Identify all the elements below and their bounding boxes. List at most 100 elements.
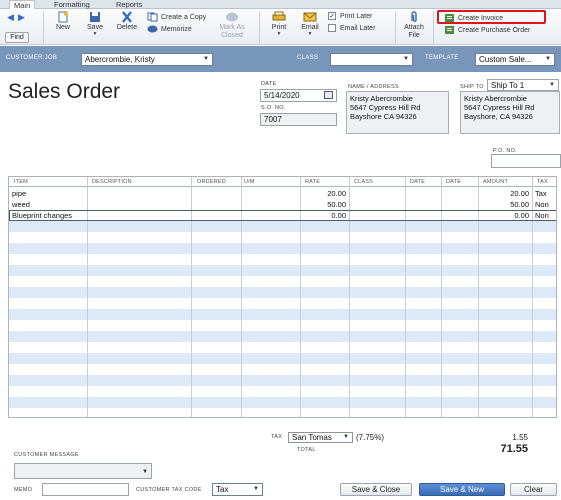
chevron-down-icon: ▼ [276,31,282,37]
chevron-down-icon: ▼ [403,56,409,62]
customer-tax-code-dropdown[interactable]: Tax ▼ [212,483,263,496]
customer-message-dropdown[interactable]: ▼ [14,463,152,479]
date-field[interactable]: 5/14/2020 [260,89,337,102]
mark-as-closed-button[interactable]: Mark As Closed [214,11,250,40]
toolbar-separator [433,11,434,43]
row-2-tax[interactable]: Non [535,199,549,210]
chevron-down-icon: ▼ [142,469,148,475]
row-3-tax[interactable]: Non [535,210,549,221]
attach-file-button[interactable]: Attach File [401,11,427,40]
address-line: Bayshore CA 94326 [350,112,417,121]
col-class: CLASS [354,179,374,185]
calendar-icon[interactable] [324,91,333,99]
row-1-rate[interactable]: 20.00 [300,188,346,199]
selected-row[interactable] [9,210,556,221]
tax-location-dropdown[interactable]: San Tomas ▼ [288,432,353,443]
address-line: Kristy Abercrombie [464,94,527,103]
so-no-field[interactable]: 7007 [260,113,337,126]
save-close-button[interactable]: Save & Close [340,483,412,496]
file-label: File [408,32,420,39]
next-arrow-icon[interactable]: ▶ [18,12,25,23]
find-button[interactable]: Find [5,32,29,43]
create-copy-button[interactable]: Create a Copy [147,12,206,22]
row-stripe [9,375,556,386]
row-1-item[interactable]: pipe [12,188,26,199]
col-ordered: ORDERED [197,179,226,185]
template-label: TEMPLATE [425,55,459,61]
ship-to-address[interactable]: Kristy Abercrombie 5647 Cypress Hill Rd … [460,91,560,134]
row-3-rate[interactable]: 0.00 [300,210,346,221]
address-line: 5647 Cypress Hill Rd [350,103,421,112]
row-stripe [9,386,556,397]
template-dropdown[interactable]: Custom Sale... ▼ [475,53,555,66]
row-stripe [9,232,556,243]
address-line: Bayshore, CA 94326 [464,112,533,121]
col-amount: AMOUNT [483,179,509,185]
ship-to-value: Ship To 1 [491,81,525,90]
customer-job-dropdown[interactable]: Abercrombie, Kristy ▼ [81,53,213,66]
previous-arrow-icon[interactable]: ◀ [7,12,14,23]
class-label: CLASS [297,55,319,61]
save-button[interactable]: Save ▼ [84,11,106,37]
chevron-down-icon: ▼ [253,486,259,492]
printer-icon [272,11,286,21]
row-1-tax[interactable]: Tax [535,188,547,199]
row-stripe [9,309,556,320]
mark-as-label: Mark As [219,24,245,31]
bill-to-address[interactable]: Kristy Abercrombie 5647 Cypress Hill Rd … [346,91,449,134]
row-stripe [9,265,556,276]
toolbar-separator [43,11,44,43]
tax-amount: 1.55 [512,433,528,442]
template-value: Custom Sale... [479,55,532,64]
row-3-item[interactable]: Blueprint changes [12,210,72,221]
tab-reports[interactable]: Reports [112,0,146,9]
row-1-amount[interactable]: 20.00 [478,188,529,199]
new-document-icon [58,11,68,23]
row-3-amount[interactable]: 0.00 [478,210,529,221]
total-label: TOTAL [297,447,316,453]
row-stripe [9,287,556,298]
so-no-label: S.O. NO. [261,105,286,111]
ship-to-label: SHIP TO [460,84,484,90]
print-button[interactable]: Print ▼ [268,11,290,37]
clear-button[interactable]: Clear [510,483,557,496]
col-date: DATE [410,179,426,185]
email-button[interactable]: Email ▼ [298,11,322,37]
row-stripe [9,199,556,210]
print-later-checkbox[interactable]: ✓ Print Later [328,12,372,20]
customer-job-label: CUSTOMER:JOB [6,55,58,61]
row-stripe [9,364,556,375]
row-stripe [9,254,556,265]
row-2-amount[interactable]: 50.00 [478,199,529,210]
save-new-button[interactable]: Save & New [419,483,505,496]
new-button[interactable]: New [52,11,74,32]
col-rate: RATE [305,179,321,185]
create-purchase-order-button[interactable]: Create Purchase Order [444,25,530,35]
row-stripe [9,408,556,417]
chevron-down-icon: ▼ [92,31,98,37]
tab-formatting[interactable]: Formatting [50,0,94,9]
row-stripe [9,397,556,408]
memorize-button[interactable]: Memorize [147,24,192,34]
col-tax: TAX [537,179,548,185]
create-copy-label: Create a Copy [161,13,207,21]
row-2-rate[interactable]: 50.00 [300,199,346,210]
checkmark-icon: ✓ [328,12,336,20]
row-stripe [9,221,556,232]
paperclip-icon [411,11,417,22]
delete-button[interactable]: Delete [115,11,139,32]
ship-to-dropdown[interactable]: Ship To 1 ▼ [487,79,559,91]
date-value: 5/14/2020 [264,91,300,100]
email-later-checkbox[interactable]: Email Later [328,24,375,32]
memo-field[interactable] [42,483,129,496]
memo-label: MEMO [14,487,33,493]
tax-location-value: San Tomas [292,433,332,442]
address-line: 5647 Cypress Hill Rd [464,103,535,112]
date-label: DATE [261,81,277,87]
po-no-field[interactable] [491,154,561,168]
line-items-table: ITEM DESCRIPTION ORDERED U/M RATE CLASS … [8,176,557,418]
class-dropdown[interactable]: ▼ [330,53,413,66]
row-2-item[interactable]: weed [12,199,30,210]
address-line: Kristy Abercrombie [350,94,413,103]
col-item: ITEM [14,179,28,185]
